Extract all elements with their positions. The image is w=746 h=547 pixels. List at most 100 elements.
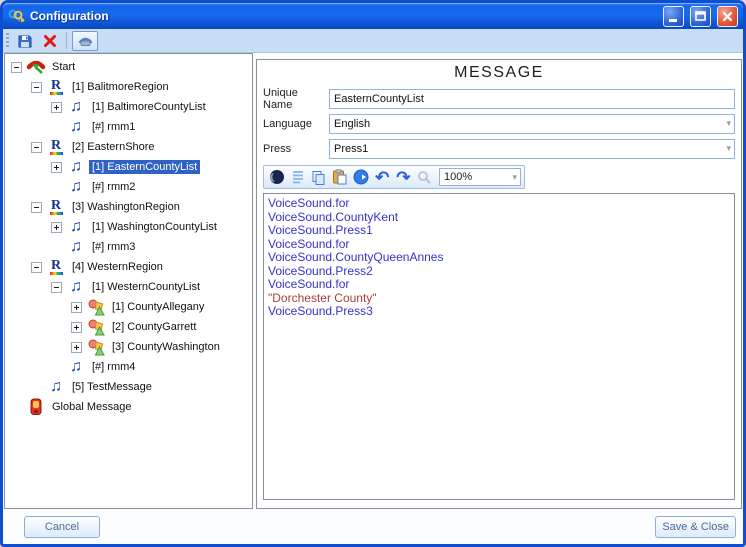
press-label: Press	[263, 143, 329, 155]
tree-item[interactable]: ♫[#] rmm2	[5, 177, 252, 197]
close-button[interactable]	[717, 6, 738, 27]
window-title: Configuration	[30, 9, 657, 23]
toolbar-grip[interactable]	[6, 33, 9, 49]
tree-item-label[interactable]: [5] TestMessage	[69, 380, 155, 394]
global-icon	[26, 398, 46, 416]
editor-line[interactable]: VoiceSound.Press2	[268, 265, 730, 279]
collapse-icon[interactable]	[31, 202, 42, 213]
collapse-icon[interactable]	[11, 62, 22, 73]
expand-icon[interactable]	[51, 162, 62, 173]
phone-button[interactable]	[72, 31, 98, 51]
search-button[interactable]	[415, 167, 434, 187]
paste-icon	[332, 169, 347, 185]
tree-item-label[interactable]: [3] WashingtonRegion	[69, 200, 183, 214]
collapse-icon[interactable]	[31, 142, 42, 153]
tree-item-label[interactable]: Start	[49, 60, 78, 74]
cancel-button[interactable]: Cancel	[24, 516, 100, 538]
tree-item-label[interactable]: [1] WesternCountyList	[89, 280, 203, 294]
collapse-icon[interactable]	[51, 282, 62, 293]
expand-icon[interactable]	[51, 102, 62, 113]
go-arrow-icon	[353, 169, 369, 185]
tree-item[interactable]: [2] CountyGarrett	[5, 317, 252, 337]
configuration-window: Configuration	[0, 0, 746, 547]
language-row: Language English ▾	[263, 111, 735, 136]
language-select[interactable]: English ▾	[329, 114, 735, 134]
save-close-button[interactable]: Save & Close	[655, 516, 736, 538]
message-editor[interactable]: VoiceSound.forVoiceSound.CountyKentVoice…	[263, 193, 735, 500]
press-value: Press1	[334, 143, 368, 155]
tree-item[interactable]: R[2] EasternShore	[5, 137, 252, 157]
tree-item[interactable]: ♫[#] rmm3	[5, 237, 252, 257]
footer-bar: Cancel Save & Close	[3, 510, 743, 544]
app-toolbar	[3, 29, 743, 53]
tree-item[interactable]: [3] CountyWashington	[5, 337, 252, 357]
undo-button[interactable]: ↶	[373, 167, 392, 187]
maximize-icon	[693, 9, 708, 24]
tree-item[interactable]: ♫[1] WesternCountyList	[5, 277, 252, 297]
tree-item-label[interactable]: [#] rmm2	[89, 180, 138, 194]
tree-item-label[interactable]: [2] CountyGarrett	[109, 320, 199, 334]
copy-button[interactable]	[309, 167, 328, 187]
editor-line[interactable]: VoiceSound.CountyKent	[268, 211, 730, 225]
editor-line[interactable]: VoiceSound.for	[268, 238, 730, 252]
region-icon: R	[46, 78, 66, 96]
redo-button[interactable]: ↷	[394, 167, 413, 187]
expand-icon[interactable]	[71, 342, 82, 353]
paste-button[interactable]	[330, 167, 349, 187]
tree-item-label[interactable]: Global Message	[49, 400, 135, 414]
lines-button[interactable]	[288, 167, 307, 187]
chevron-down-icon[interactable]: ▾	[726, 143, 731, 154]
tree-item-label[interactable]: [#] rmm4	[89, 360, 138, 374]
tree-item-label[interactable]: [4] WesternRegion	[69, 260, 166, 274]
tree-item[interactable]: [1] CountyAllegany	[5, 297, 252, 317]
press-select[interactable]: Press1 ▾	[329, 139, 735, 159]
expand-icon[interactable]	[71, 322, 82, 333]
editor-line[interactable]: VoiceSound.Press1	[268, 224, 730, 238]
delete-x-icon	[43, 34, 57, 48]
tree-item-label[interactable]: [2] EasternShore	[69, 140, 158, 154]
tree-item[interactable]: ♫[5] TestMessage	[5, 377, 252, 397]
editor-line[interactable]: VoiceSound.for	[268, 278, 730, 292]
editor-line[interactable]: VoiceSound.CountyQueenAnnes	[268, 251, 730, 265]
collapse-icon[interactable]	[31, 82, 42, 93]
tree-item-label[interactable]: [3] CountyWashington	[109, 340, 223, 354]
tree-item-label[interactable]: [1] BaltimoreCountyList	[89, 100, 209, 114]
audio-button[interactable]	[267, 167, 286, 187]
note-icon: ♫	[66, 278, 86, 296]
tree-item[interactable]: ♫[#] rmm1	[5, 117, 252, 137]
tree-item-label[interactable]: [1] EasternCountyList	[89, 160, 200, 174]
zoom-dropdown[interactable]: 100% ▾	[439, 168, 521, 186]
go-button[interactable]	[352, 167, 371, 187]
tree-item-label[interactable]: [1] BalitmoreRegion	[69, 80, 172, 94]
chevron-down-icon[interactable]: ▾	[726, 118, 731, 129]
close-icon	[720, 9, 735, 24]
tree-item[interactable]: R[4] WesternRegion	[5, 257, 252, 277]
tree-item[interactable]: R[1] BalitmoreRegion	[5, 77, 252, 97]
tree-item-label[interactable]: [1] WashingtonCountyList	[89, 220, 220, 234]
collapse-icon[interactable]	[31, 262, 42, 273]
tree-item[interactable]: ♫[1] WashingtonCountyList	[5, 217, 252, 237]
tree-item-label[interactable]: [#] rmm3	[89, 240, 138, 254]
tree-item[interactable]: ♫[1] EasternCountyList	[5, 157, 252, 177]
tree[interactable]: StartR[1] BalitmoreRegion♫[1] BaltimoreC…	[4, 53, 253, 509]
save-button[interactable]	[14, 31, 36, 51]
maximize-button[interactable]	[690, 6, 711, 27]
expand-icon[interactable]	[71, 302, 82, 313]
tree-item[interactable]: ♫[1] BaltimoreCountyList	[5, 97, 252, 117]
editor-line[interactable]: "Dorchester County"	[268, 292, 730, 306]
tree-item[interactable]: R[3] WashingtonRegion	[5, 197, 252, 217]
editor-line[interactable]: VoiceSound.for	[268, 197, 730, 211]
minimize-button[interactable]	[663, 6, 684, 27]
delete-button[interactable]	[39, 31, 61, 51]
expand-icon[interactable]	[51, 222, 62, 233]
tree-item-label[interactable]: [#] rmm1	[89, 120, 138, 134]
unique-name-label: Unique Name	[263, 87, 329, 111]
note-icon: ♫	[46, 378, 66, 396]
title-bar[interactable]: Configuration	[3, 3, 743, 29]
tree-item[interactable]: Global Message	[5, 397, 252, 417]
editor-line[interactable]: VoiceSound.Press3	[268, 305, 730, 319]
tree-item-label[interactable]: [1] CountyAllegany	[109, 300, 207, 314]
unique-name-input[interactable]	[329, 89, 735, 109]
tree-item[interactable]: Start	[5, 57, 252, 77]
tree-item[interactable]: ♫[#] rmm4	[5, 357, 252, 377]
